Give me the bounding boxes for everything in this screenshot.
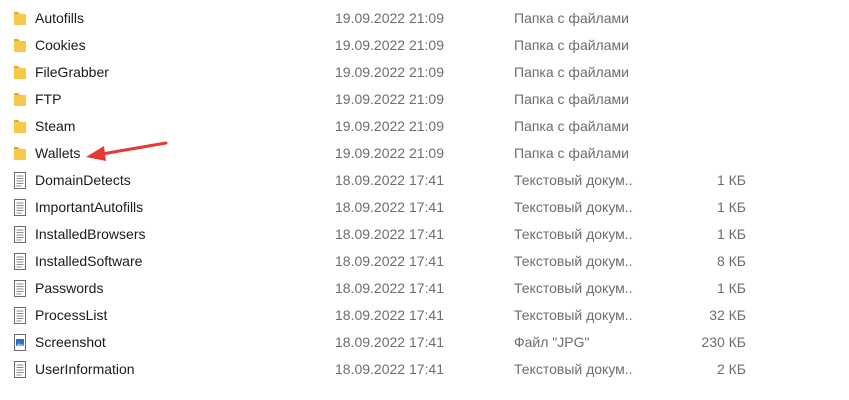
file-name: Wallets [35, 145, 81, 161]
folder-icon [12, 10, 28, 27]
file-date: 19.09.2022 21:09 [335, 91, 444, 107]
file-type: Папка с файлами [514, 10, 629, 26]
file-row-installedsoftware[interactable]: InstalledSoftware 18.09.2022 17:41 Текст… [0, 248, 849, 275]
image-file-icon [12, 334, 28, 351]
text-file-icon [12, 199, 28, 216]
text-file-icon [12, 280, 28, 297]
file-size: 1 КБ [716, 199, 746, 215]
folder-icon [12, 91, 28, 108]
file-date: 18.09.2022 17:41 [335, 280, 444, 296]
file-size: 8 КБ [716, 253, 746, 269]
file-size: 1 КБ [716, 280, 746, 296]
file-date: 18.09.2022 17:41 [335, 199, 444, 215]
file-name: Screenshot [35, 334, 106, 350]
file-name: ImportantAutofills [35, 199, 144, 215]
file-size: 2 КБ [716, 361, 746, 377]
file-row-processlist[interactable]: ProcessList 18.09.2022 17:41 Текстовый д… [0, 302, 849, 329]
file-date: 19.09.2022 21:09 [335, 10, 444, 26]
file-row-screenshot[interactable]: Screenshot 18.09.2022 17:41 Файл "JPG" 2… [0, 329, 849, 356]
folder-icon [12, 37, 28, 54]
file-row-filegrabber[interactable]: FileGrabber 19.09.2022 21:09 Папка с фай… [0, 59, 849, 86]
file-type: Текстовый докум... [514, 280, 634, 296]
file-type: Папка с файлами [514, 145, 629, 161]
file-date: 19.09.2022 21:09 [335, 37, 444, 53]
file-type: Папка с файлами [514, 118, 629, 134]
file-name: ProcessList [35, 307, 108, 323]
file-name: Cookies [35, 37, 86, 53]
file-type: Папка с файлами [514, 37, 629, 53]
file-size: 230 КБ [701, 334, 746, 350]
file-type: Файл "JPG" [514, 334, 590, 350]
file-date: 18.09.2022 17:41 [335, 226, 444, 242]
file-list: Autofills 19.09.2022 21:09 Папка с файла… [0, 5, 849, 383]
file-name: UserInformation [35, 361, 135, 377]
file-date: 18.09.2022 17:41 [335, 253, 444, 269]
file-type: Текстовый докум... [514, 361, 634, 377]
file-row-domaindetects[interactable]: DomainDetects 18.09.2022 17:41 Текстовый… [0, 167, 849, 194]
folder-icon [12, 64, 28, 81]
file-date: 19.09.2022 21:09 [335, 118, 444, 134]
file-row-wallets[interactable]: Wallets 19.09.2022 21:09 Папка с файлами [0, 140, 849, 167]
file-type: Текстовый докум... [514, 226, 634, 242]
file-name: Autofills [35, 10, 85, 26]
file-size: 32 КБ [709, 307, 746, 323]
file-name: Steam [35, 118, 76, 134]
file-date: 19.09.2022 21:09 [335, 145, 444, 161]
file-date: 18.09.2022 17:41 [335, 334, 444, 350]
file-name: FileGrabber [35, 64, 109, 80]
file-name: FTP [35, 91, 62, 107]
file-name: Passwords [35, 280, 104, 296]
file-type: Папка с файлами [514, 64, 629, 80]
file-row-importantautofills[interactable]: ImportantAutofills 18.09.2022 17:41 Текс… [0, 194, 849, 221]
text-file-icon [12, 226, 28, 243]
file-name: InstalledSoftware [35, 253, 143, 269]
file-type: Текстовый докум... [514, 199, 634, 215]
folder-icon [12, 118, 28, 135]
text-file-icon [12, 307, 28, 324]
file-row-userinformation[interactable]: UserInformation 18.09.2022 17:41 Текстов… [0, 356, 849, 383]
file-date: 19.09.2022 21:09 [335, 64, 444, 80]
text-file-icon [12, 172, 28, 189]
file-name: InstalledBrowsers [35, 226, 146, 242]
file-date: 18.09.2022 17:41 [335, 361, 444, 377]
file-row-passwords[interactable]: Passwords 18.09.2022 17:41 Текстовый док… [0, 275, 849, 302]
file-size: 1 КБ [716, 226, 746, 242]
file-type: Текстовый докум... [514, 307, 634, 323]
folder-icon [12, 145, 28, 162]
text-file-icon [12, 361, 28, 378]
file-row-steam[interactable]: Steam 19.09.2022 21:09 Папка с файлами [0, 113, 849, 140]
file-row-autofills[interactable]: Autofills 19.09.2022 21:09 Папка с файла… [0, 5, 849, 32]
text-file-icon [12, 253, 28, 270]
file-row-cookies[interactable]: Cookies 19.09.2022 21:09 Папка с файлами [0, 32, 849, 59]
file-type: Текстовый докум... [514, 253, 634, 269]
file-name: DomainDetects [35, 172, 131, 188]
file-type: Текстовый докум... [514, 172, 634, 188]
file-row-ftp[interactable]: FTP 19.09.2022 21:09 Папка с файлами [0, 86, 849, 113]
file-date: 18.09.2022 17:41 [335, 307, 444, 323]
file-row-installedbrowsers[interactable]: InstalledBrowsers 18.09.2022 17:41 Текст… [0, 221, 849, 248]
file-date: 18.09.2022 17:41 [335, 172, 444, 188]
file-type: Папка с файлами [514, 91, 629, 107]
file-size: 1 КБ [716, 172, 746, 188]
